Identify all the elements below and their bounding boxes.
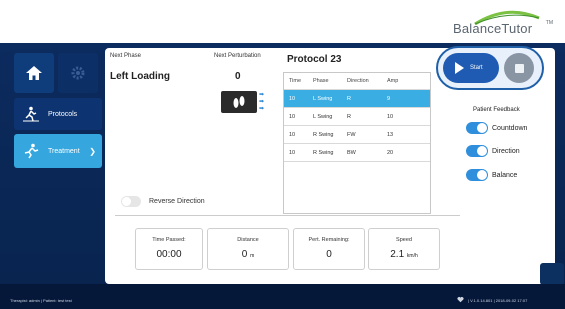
logo-trademark: TM: [545, 20, 553, 26]
cell-amp: 10: [387, 113, 394, 120]
table-header: Time Phase Direction Amp: [284, 73, 430, 90]
stop-button[interactable]: [504, 53, 534, 83]
patient-feedback-title: Patient Feedback: [473, 107, 520, 113]
status-footer: Therapist: admin | Patient: test test | …: [0, 284, 565, 309]
home-icon: [26, 66, 42, 80]
start-button[interactable]: Start: [443, 53, 499, 83]
sidebar-item-protocols[interactable]: Protocols: [14, 98, 102, 130]
cell-time: 10: [289, 95, 296, 102]
pert-remaining-card: Pert. Remaining: 0: [293, 228, 365, 270]
column-header: Direction: [347, 78, 369, 84]
protocol-table: Time Phase Direction Amp 10 L Swing R 9 …: [283, 72, 431, 214]
logo-text: BalanceTutor: [453, 21, 533, 36]
cell-direction: R: [347, 95, 351, 102]
distance-label: Distance: [237, 237, 259, 243]
run-controls: Start: [436, 46, 544, 90]
next-phase-value: Left Loading: [110, 71, 170, 82]
runner-icon: [20, 141, 42, 161]
cell-phase: R Swing: [313, 149, 334, 156]
distance-unit: m: [250, 253, 255, 259]
toggle-label: Balance: [492, 171, 518, 179]
pert-remaining-label: Pert. Remaining:: [308, 237, 350, 243]
toggle-switch[interactable]: [466, 169, 488, 181]
speed-unit: km/h: [406, 253, 418, 259]
table-row[interactable]: 10 R Swing BW 20: [284, 144, 430, 162]
speed-display: 2.1 km/h: [369, 249, 439, 260]
reverse-direction-label: Reverse Direction: [149, 198, 205, 205]
distance-value: 0: [241, 249, 248, 260]
sidebar-item-treatment[interactable]: Treatment ❯: [14, 134, 102, 168]
stop-icon: [514, 63, 524, 73]
time-passed-card: Time Passed: 00:00: [135, 228, 203, 270]
cell-phase: R Swing: [313, 131, 334, 138]
feedback-direction-toggle[interactable]: Direction: [466, 145, 520, 157]
speed-label: Speed: [396, 237, 412, 243]
cell-direction: BW: [347, 149, 356, 156]
cell-time: 10: [289, 149, 296, 156]
feedback-countdown-toggle[interactable]: Countdown: [466, 122, 527, 134]
cell-direction: R: [347, 113, 351, 120]
home-button[interactable]: [14, 53, 54, 93]
speed-card: Speed 2.1 km/h: [368, 228, 440, 270]
sidebar-item-label: Treatment: [48, 147, 80, 155]
top-bar: BalanceTutor TM: [0, 0, 565, 43]
cell-time: 10: [289, 113, 296, 120]
time-passed-label: Time Passed:: [152, 237, 186, 243]
session-info: Therapist: admin | Patient: test test: [10, 298, 72, 303]
table-row[interactable]: 10 R Swing FW 13: [284, 126, 430, 144]
feedback-balance-toggle[interactable]: Balance: [466, 169, 517, 181]
direction-arrows-icon: ➡ ➡ ➡: [259, 92, 265, 112]
walker-icon: [20, 104, 42, 124]
main-panel: Next Phase Left Loading Next Perturbatio…: [105, 46, 555, 284]
time-passed-value: 00:00: [156, 249, 182, 260]
toggle-switch[interactable]: [466, 122, 488, 134]
distance-display: 0 m: [208, 249, 288, 260]
heart-icon: [457, 296, 464, 303]
start-label: Start: [470, 65, 483, 71]
cell-direction: FW: [347, 131, 356, 138]
speed-value: 2.1: [390, 249, 405, 260]
play-icon: [455, 62, 464, 74]
reverse-direction-toggle[interactable]: Reverse Direction: [121, 196, 205, 207]
sidebar-item-label: Protocols: [48, 110, 78, 118]
next-perturbation-value: 0: [235, 71, 241, 82]
toggle-label: Countdown: [492, 124, 528, 132]
column-header: Phase: [313, 78, 329, 84]
cell-time: 10: [289, 131, 296, 138]
column-header: Time: [289, 78, 302, 84]
pert-remaining-value: 0: [326, 249, 332, 260]
cell-phase: L Swing: [313, 113, 333, 120]
distance-card: Distance 0 m: [207, 228, 289, 270]
side-handle-button[interactable]: [540, 263, 564, 285]
cell-amp: 20: [387, 149, 394, 156]
table-row[interactable]: 10 L Swing R 10: [284, 108, 430, 126]
next-phase-label: Next Phase: [110, 53, 142, 59]
balancetutor-logo: BalanceTutor TM: [453, 8, 553, 38]
sidebar: Protocols Treatment ❯: [10, 48, 102, 284]
toggle-label: Direction: [492, 147, 520, 155]
toggle-switch[interactable]: [466, 145, 488, 157]
next-perturbation-label: Next Perturbation: [214, 53, 261, 59]
column-header: Amp: [387, 78, 399, 84]
table-row[interactable]: 10 L Swing R 9: [284, 90, 430, 108]
cell-phase: L Swing: [313, 95, 333, 102]
cell-amp: 13: [387, 131, 394, 138]
settings-button[interactable]: [58, 53, 98, 93]
chevron-right-icon: ❯: [89, 146, 96, 156]
gear-icon: [71, 66, 85, 80]
version-info: | V.1.0.14.801 | 2018-09-02 17:07: [468, 298, 528, 303]
feet-icon: [221, 91, 257, 113]
divider: [115, 215, 460, 216]
toggle-switch[interactable]: [121, 196, 141, 207]
cell-amp: 9: [387, 95, 391, 102]
protocol-title: Protocol 23: [287, 54, 342, 65]
